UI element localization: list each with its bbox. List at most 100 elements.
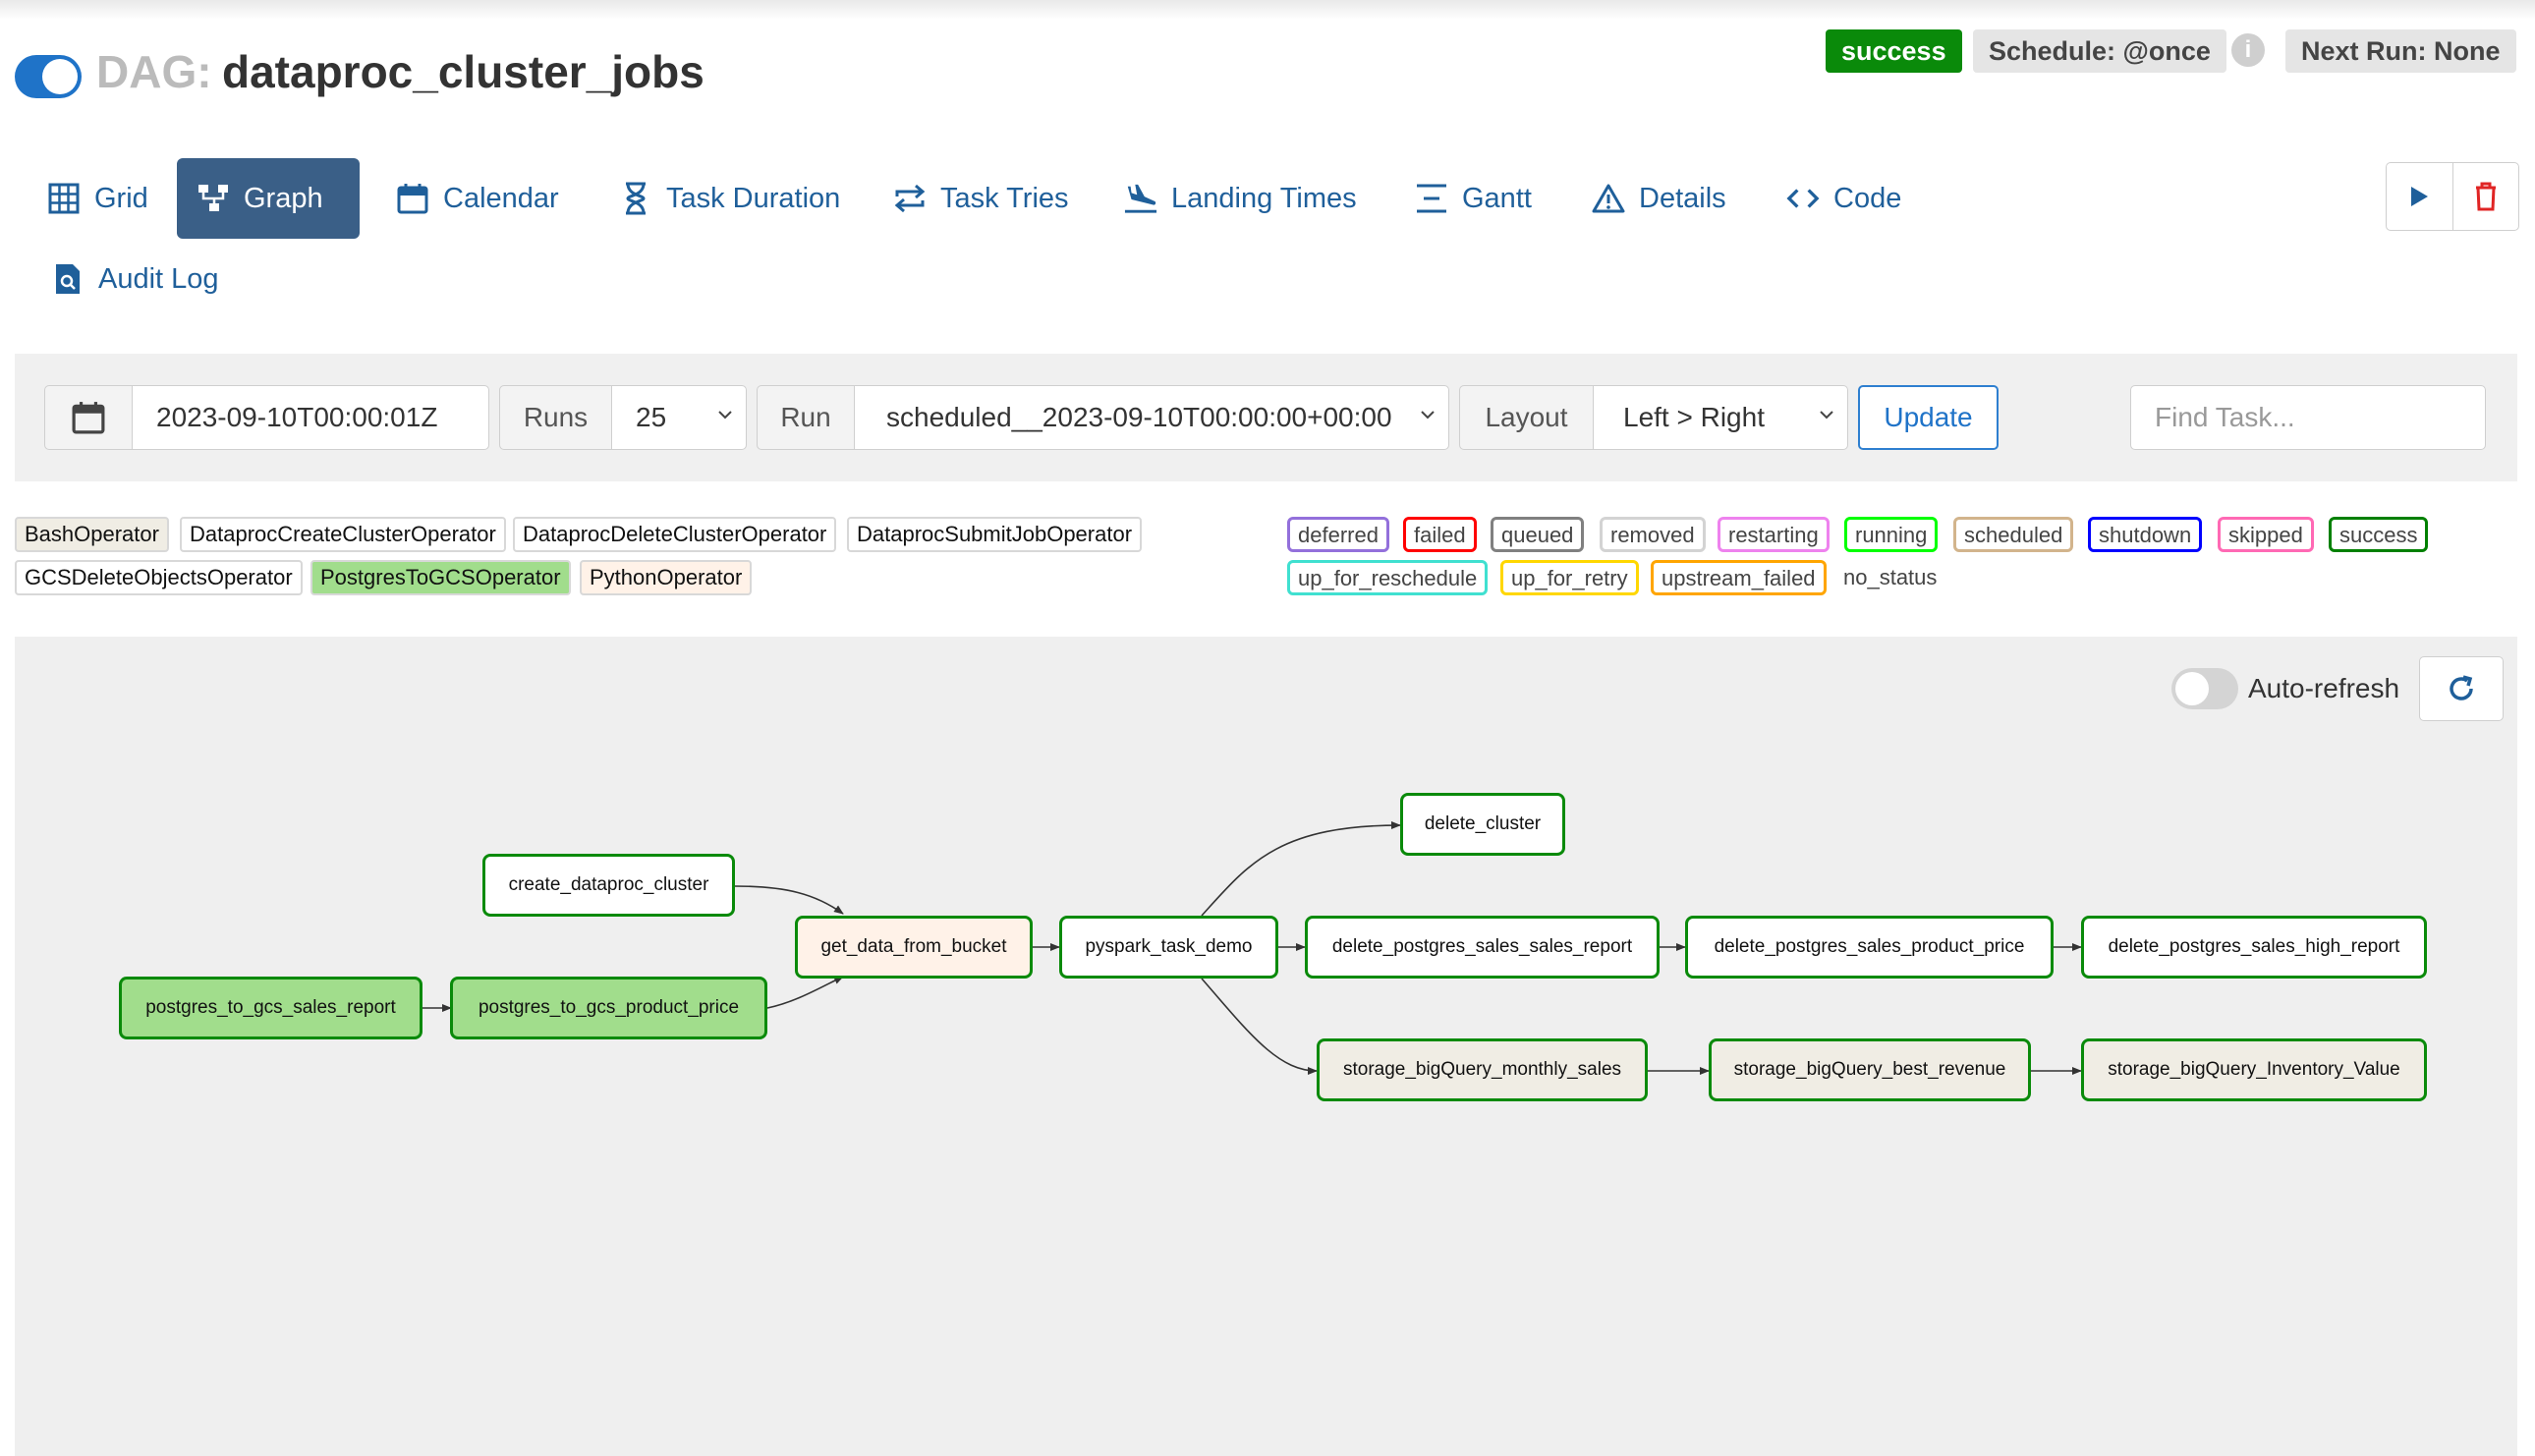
tab-label: Grid xyxy=(94,182,148,214)
tab-audit-log[interactable]: Audit Log xyxy=(31,239,239,319)
auto-refresh-label: Auto-refresh xyxy=(2248,673,2400,703)
task-node-delete-postgres-sales-high-report[interactable]: delete_postgres_sales_high_report xyxy=(2081,916,2427,979)
tab-task-duration[interactable]: Task Duration xyxy=(599,158,860,239)
tab-details[interactable]: Details xyxy=(1572,158,1746,239)
state-legend-failed[interactable]: failed xyxy=(1403,517,1477,552)
state-legend-up-for-retry[interactable]: up_for_retry xyxy=(1500,560,1639,595)
operator-legend-dataproc-delete[interactable]: DataprocDeleteClusterOperator xyxy=(513,517,837,552)
calendar-icon xyxy=(72,402,105,434)
repeat-icon xyxy=(893,182,927,215)
task-node-get-data-from-bucket[interactable]: get_data_from_bucket xyxy=(795,916,1033,979)
dag-state-badge: success xyxy=(1826,29,1962,73)
runs-select[interactable]: 25 xyxy=(611,385,747,450)
chevron-down-icon xyxy=(718,411,732,420)
base-date-value: 2023-09-10T00:00:01Z xyxy=(156,402,438,432)
operator-legend-python[interactable]: PythonOperator xyxy=(580,560,753,595)
state-legend-shutdown[interactable]: shutdown xyxy=(2088,517,2203,552)
task-node-delete-cluster[interactable]: delete_cluster xyxy=(1400,793,1565,856)
code-icon xyxy=(1786,182,1820,215)
toggle-knob xyxy=(2175,672,2209,705)
grid-icon xyxy=(47,182,81,215)
task-node-storage-bigquery-monthly-sales[interactable]: storage_bigQuery_monthly_sales xyxy=(1317,1038,1648,1101)
layout-label: Layout xyxy=(1459,385,1594,450)
tab-label: Details xyxy=(1639,182,1726,214)
tab-calendar[interactable]: Calendar xyxy=(376,158,579,239)
task-node-postgres-to-gcs-sales-report[interactable]: postgres_to_gcs_sales_report xyxy=(119,977,422,1039)
runs-label: Runs xyxy=(499,385,612,450)
calendar-icon xyxy=(396,182,429,215)
play-icon xyxy=(2411,187,2429,206)
graph-icon xyxy=(197,182,230,215)
runs-value: 25 xyxy=(636,402,667,432)
state-legend-skipped[interactable]: skipped xyxy=(2218,517,2314,552)
dag-title: dataproc_cluster_jobs xyxy=(222,46,704,97)
tab-label: Calendar xyxy=(443,182,559,214)
trash-icon xyxy=(2475,182,2496,211)
tab-label: Task Tries xyxy=(940,182,1069,214)
tab-label: Landing Times xyxy=(1171,182,1357,214)
tab-landing-times[interactable]: Landing Times xyxy=(1104,158,1377,239)
tab-gantt[interactable]: Gantt xyxy=(1395,158,1551,239)
state-legend-up-for-reschedule[interactable]: up_for_reschedule xyxy=(1287,560,1489,595)
run-select[interactable]: scheduled__2023-09-10T00:00:00+00:00 xyxy=(854,385,1449,450)
operator-legend-dataproc-submit[interactable]: DataprocSubmitJobOperator xyxy=(847,517,1143,552)
task-node-pyspark-task-demo[interactable]: pyspark_task_demo xyxy=(1059,916,1278,979)
warning-triangle-icon xyxy=(1592,182,1625,215)
state-legend-restarting[interactable]: restarting xyxy=(1718,517,1830,552)
task-node-create-dataproc-cluster[interactable]: create_dataproc_cluster xyxy=(482,854,735,917)
task-node-storage-bigquery-best-revenue[interactable]: storage_bigQuery_best_revenue xyxy=(1709,1038,2031,1101)
base-date-input[interactable]: 2023-09-10T00:00:01Z xyxy=(132,385,489,450)
state-legend-upstream-failed[interactable]: upstream_failed xyxy=(1651,560,1827,595)
find-task-input[interactable] xyxy=(2130,385,2486,450)
state-legend-success[interactable]: success xyxy=(2329,517,2429,552)
state-legend-removed[interactable]: removed xyxy=(1600,517,1706,552)
operator-legend-postgres-to-gcs[interactable]: PostgresToGCSOperator xyxy=(310,560,571,595)
run-label: Run xyxy=(757,385,855,450)
auto-refresh-toggle[interactable] xyxy=(2171,668,2238,709)
layout-value: Left > Right xyxy=(1623,402,1765,432)
dag-actions xyxy=(2386,162,2519,231)
info-icon[interactable]: i xyxy=(2231,33,2265,67)
operator-legend-dataproc-create[interactable]: DataprocCreateClusterOperator xyxy=(180,517,506,552)
file-search-icon xyxy=(51,262,84,296)
tab-code[interactable]: Code xyxy=(1767,158,1921,239)
update-button[interactable]: Update xyxy=(1858,385,1999,450)
refresh-button[interactable] xyxy=(2419,656,2504,721)
state-legend-no-status[interactable]: no_status xyxy=(1843,560,1937,595)
tab-label: Audit Log xyxy=(98,262,219,295)
gantt-icon xyxy=(1415,182,1448,215)
operator-legend-bash[interactable]: BashOperator xyxy=(15,517,169,552)
toggle-knob xyxy=(42,59,78,94)
task-node-delete-postgres-sales-product-price[interactable]: delete_postgres_sales_product_price xyxy=(1685,916,2054,979)
top-shadow xyxy=(0,0,2535,20)
task-node-delete-postgres-sales-sales-report[interactable]: delete_postgres_sales_sales_report xyxy=(1305,916,1660,979)
tab-task-tries[interactable]: Task Tries xyxy=(873,158,1089,239)
delete-dag-button[interactable] xyxy=(2451,163,2519,230)
tab-label: Code xyxy=(1833,182,1902,214)
state-legend-queued[interactable]: queued xyxy=(1491,517,1585,552)
hourglass-icon xyxy=(619,182,652,215)
date-picker-button[interactable] xyxy=(44,385,133,450)
chevron-down-icon xyxy=(1820,411,1833,420)
trigger-dag-button[interactable] xyxy=(2387,163,2452,230)
layout-select[interactable]: Left > Right xyxy=(1593,385,1848,450)
tab-label: Task Duration xyxy=(666,182,841,214)
dag-prefix: DAG: xyxy=(96,46,212,97)
operator-legend-gcs-delete[interactable]: GCSDeleteObjectsOperator xyxy=(15,560,303,595)
state-legend-scheduled[interactable]: scheduled xyxy=(1953,517,2074,552)
plane-landing-icon xyxy=(1124,182,1157,215)
task-node-postgres-to-gcs-product-price[interactable]: postgres_to_gcs_product_price xyxy=(450,977,767,1039)
schedule-badge: Schedule: @once xyxy=(1973,29,2226,73)
tab-graph[interactable]: Graph xyxy=(177,158,360,239)
tab-label: Gantt xyxy=(1462,182,1532,214)
dag-pause-toggle[interactable] xyxy=(15,55,82,98)
tab-grid[interactable]: Grid xyxy=(28,158,168,239)
next-run-badge: Next Run: None xyxy=(2285,29,2516,73)
task-node-storage-bigquery-inventory-value[interactable]: storage_bigQuery_Inventory_Value xyxy=(2081,1038,2427,1101)
state-legend-deferred[interactable]: deferred xyxy=(1287,517,1389,552)
chevron-down-icon xyxy=(1421,411,1435,420)
run-value: scheduled__2023-09-10T00:00:00+00:00 xyxy=(886,402,1392,432)
tab-label: Graph xyxy=(244,182,323,214)
state-legend-running[interactable]: running xyxy=(1844,517,1939,552)
refresh-icon xyxy=(2450,675,2473,700)
